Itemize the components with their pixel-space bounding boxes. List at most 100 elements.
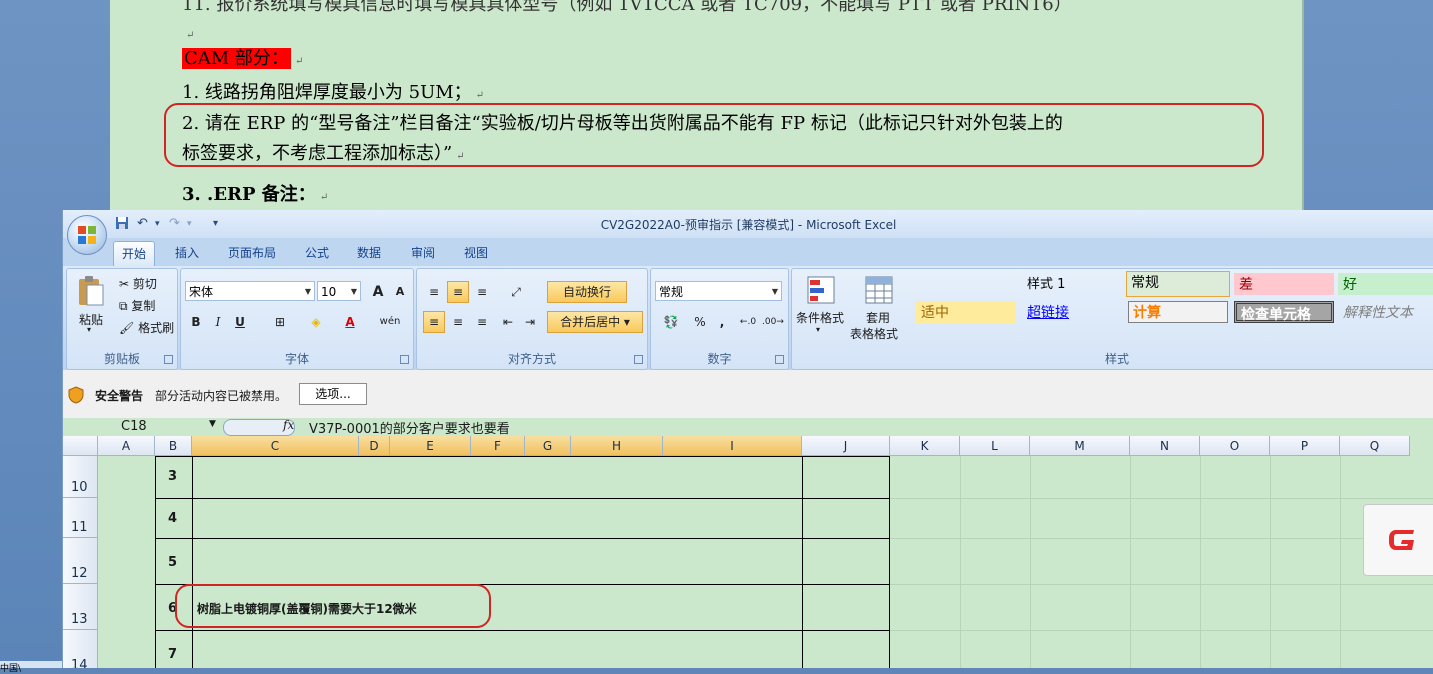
column-header-b[interactable]: B (155, 436, 192, 456)
column-header-p[interactable]: P (1270, 436, 1340, 456)
column-header-o[interactable]: O (1200, 436, 1270, 456)
name-box[interactable]: C18 (121, 419, 147, 434)
cell-c10[interactable] (192, 456, 803, 499)
options-button[interactable]: 选项... (299, 383, 367, 405)
insert-function-icon[interactable]: fx (283, 418, 294, 432)
shrink-font-button[interactable]: A (389, 281, 411, 303)
column-header-f[interactable]: F (471, 436, 525, 456)
cell-j11[interactable] (802, 498, 890, 539)
decrease-indent-icon[interactable]: ⇤ (497, 311, 519, 333)
align-top-icon[interactable]: ≡ (423, 281, 445, 303)
align-center-icon[interactable]: ≡ (447, 311, 469, 333)
cell-b10[interactable]: 3 (155, 456, 193, 499)
cell-c14[interactable] (192, 630, 803, 668)
tab-page-layout[interactable]: 页面布局 (220, 241, 284, 265)
column-header-i[interactable]: I (663, 436, 802, 456)
clipboard-dialog-launcher[interactable] (164, 355, 173, 364)
percent-button[interactable]: % (689, 311, 711, 333)
cut-button[interactable]: ✂ 剪切 (119, 275, 157, 292)
paste-button[interactable]: 粘贴 ▾ (73, 275, 109, 341)
style-cell-blank[interactable] (916, 273, 1016, 295)
increase-decimal-icon[interactable]: ←.0 (737, 311, 759, 333)
style-cell-bad[interactable]: 差 (1234, 273, 1334, 295)
wrap-text-button[interactable]: 自动换行 (547, 281, 627, 303)
cell-c11[interactable] (192, 498, 803, 539)
column-header-g[interactable]: G (525, 436, 571, 456)
column-header-l[interactable]: L (960, 436, 1030, 456)
alignment-dialog-launcher[interactable] (634, 355, 643, 364)
column-header-c[interactable]: C (192, 436, 359, 456)
font-name-combo[interactable]: 宋体 ▼ (185, 281, 315, 301)
save-icon[interactable] (115, 216, 129, 234)
tab-insert[interactable]: 插入 (167, 241, 207, 265)
row-header-14[interactable]: 14 (63, 630, 98, 668)
tab-formulas[interactable]: 公式 (297, 241, 337, 265)
decrease-decimal-icon[interactable]: .00→ (761, 311, 784, 333)
row-header-10[interactable]: 10 (63, 456, 98, 498)
style-cell-calculation[interactable]: 计算 (1128, 301, 1228, 323)
format-painter-button[interactable]: 🖌 格式刷 (119, 319, 174, 336)
formula-content[interactable]: V37P-0001的部分客户要求也要看 (309, 418, 510, 437)
cell-j13[interactable] (802, 584, 890, 631)
font-size-combo[interactable]: 10 ▼ (317, 281, 361, 301)
style-cell-hyperlink[interactable]: 超链接 (1022, 301, 1122, 323)
column-header-a[interactable]: A (98, 436, 155, 456)
column-header-e[interactable]: E (390, 436, 471, 456)
align-bottom-icon[interactable]: ≡ (471, 281, 493, 303)
underline-button[interactable]: U (229, 311, 251, 333)
orientation-icon[interactable]: ⤢ (501, 281, 531, 303)
align-middle-icon[interactable]: ≡ (447, 281, 469, 303)
comma-button[interactable]: , (711, 311, 733, 333)
row-header-11[interactable]: 11 (63, 498, 98, 538)
cell-b14[interactable]: 7 (155, 630, 193, 668)
font-dialog-launcher[interactable] (400, 355, 409, 364)
cell-c12[interactable] (192, 538, 803, 585)
copy-button[interactable]: ⧉ 复制 (119, 297, 155, 314)
merge-center-button[interactable]: 合并后居中 ▾ (547, 311, 643, 333)
row-header-12[interactable]: 12 (63, 538, 98, 584)
undo-icon[interactable]: ↶ (137, 216, 148, 231)
column-header-j[interactable]: J (802, 436, 890, 456)
cell-b11[interactable]: 4 (155, 498, 193, 539)
select-all-corner[interactable] (63, 436, 98, 456)
tab-review[interactable]: 审阅 (403, 241, 443, 265)
font-color-button[interactable]: A (339, 311, 361, 333)
phonetic-guide-button[interactable]: wén (375, 311, 405, 333)
cell-j12[interactable] (802, 538, 890, 585)
column-header-d[interactable]: D (359, 436, 390, 456)
tab-data[interactable]: 数据 (349, 241, 389, 265)
column-header-k[interactable]: K (890, 436, 960, 456)
name-box-dropdown[interactable]: ▼ (209, 419, 216, 429)
style-cell-explanatory[interactable]: 解释性文本 (1338, 301, 1433, 323)
currency-icon[interactable]: 💱 (655, 311, 687, 333)
italic-button[interactable]: I (207, 311, 229, 333)
align-left-icon[interactable]: ≡ (423, 311, 445, 333)
grow-font-button[interactable]: A (367, 281, 389, 303)
redo-dropdown[interactable]: ▾ (187, 219, 192, 229)
customize-quick-access[interactable]: ▾ (213, 218, 218, 229)
tab-view[interactable]: 视图 (456, 241, 496, 265)
number-format-combo[interactable]: 常规 ▼ (655, 281, 782, 301)
cell-j14[interactable] (802, 630, 890, 668)
redo-icon[interactable]: ↷ (169, 216, 180, 231)
style-cell-neutral[interactable]: 适中 (916, 301, 1016, 323)
floating-app-button[interactable] (1363, 504, 1433, 576)
bold-button[interactable]: B (185, 311, 207, 333)
style-cell-good[interactable]: 好 (1338, 273, 1433, 295)
format-as-table-button[interactable]: 套用 表格格式 (850, 273, 908, 343)
office-button[interactable] (67, 215, 107, 255)
cell-b12[interactable]: 5 (155, 538, 193, 585)
style-cell-style1[interactable]: 样式 1 (1022, 273, 1122, 295)
style-cell-check[interactable]: 检查单元格 (1234, 301, 1334, 323)
borders-icon[interactable]: ⊞ (269, 311, 291, 333)
align-right-icon[interactable]: ≡ (471, 311, 493, 333)
row-header-13[interactable]: 13 (63, 584, 98, 630)
tab-home[interactable]: 开始 (113, 241, 156, 266)
conditional-formatting-button[interactable]: 条件格式 ▾ (794, 273, 846, 343)
column-header-h[interactable]: H (571, 436, 663, 456)
fill-color-icon[interactable]: ◈ (305, 311, 327, 333)
undo-dropdown[interactable]: ▾ (155, 219, 160, 229)
column-header-m[interactable]: M (1030, 436, 1130, 456)
column-header-n[interactable]: N (1130, 436, 1200, 456)
style-cell-normal[interactable]: 常规 (1126, 271, 1230, 297)
